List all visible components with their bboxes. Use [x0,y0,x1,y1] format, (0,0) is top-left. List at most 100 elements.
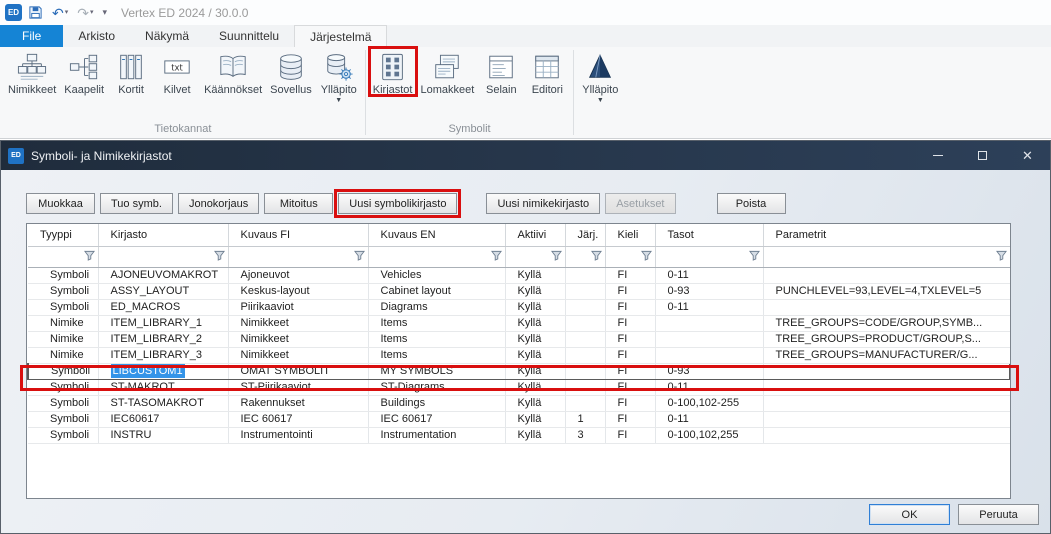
jonokorjaus-button[interactable]: Jonokorjaus [178,193,259,214]
table-cell[interactable]: TREE_GROUPS=CODE/GROUP,SYMB... [763,315,1010,331]
table-cell[interactable]: Ajoneuvot [228,267,368,283]
column-header[interactable]: Kieli [605,224,655,246]
column-header[interactable]: Aktiivi [505,224,565,246]
table-cell[interactable]: IEC 60617 [228,411,368,427]
column-header[interactable]: Parametrit [763,224,1010,246]
table-cell[interactable]: Kyllä [505,379,565,395]
table-cell[interactable]: 3 [565,427,605,443]
table-cell[interactable]: FI [605,315,655,331]
table-cell[interactable]: Symboli [28,395,98,411]
table-cell[interactable]: Buildings [368,395,505,411]
table-cell[interactable]: Symboli [28,363,98,379]
table-cell[interactable]: 0-11 [655,267,763,283]
save-button[interactable] [25,5,46,20]
table-cell[interactable]: ED_MACROS [98,299,228,315]
filter-funnel-icon[interactable] [354,252,365,264]
table-cell[interactable] [565,299,605,315]
table-cell[interactable]: Nimikkeet [228,347,368,363]
table-cell[interactable]: FI [605,379,655,395]
table-cell[interactable] [655,331,763,347]
table-cell[interactable]: 0-11 [655,379,763,395]
column-header[interactable]: Järj. [565,224,605,246]
table-cell[interactable]: FI [605,411,655,427]
table-cell[interactable] [565,283,605,299]
table-cell[interactable]: ITEM_LIBRARY_3 [98,347,228,363]
table-cell[interactable] [565,315,605,331]
ribbon-item-yllapito-tietokannat[interactable]: Ylläpito ▼ [316,47,362,104]
table-cell[interactable]: ST-TASOMAKROT [98,395,228,411]
table-cell[interactable]: Nimikkeet [228,331,368,347]
table-cell[interactable] [763,427,1010,443]
table-cell[interactable] [565,379,605,395]
filter-funnel-icon[interactable] [84,252,95,264]
column-header[interactable]: Kuvaus FI [228,224,368,246]
table-cell[interactable]: Nimike [28,331,98,347]
ribbon-item-sovellus[interactable]: Sovellus [266,47,316,96]
tab-jarjestelma[interactable]: Järjestelmä [294,25,387,47]
dialog-titlebar[interactable]: ED Symboli- ja Nimikekirjastot ✕ [1,141,1050,170]
ribbon-item-kirjastot[interactable]: Kirjastot [369,47,417,96]
filter-funnel-icon[interactable] [491,252,502,264]
table-cell[interactable] [655,315,763,331]
filter-cell[interactable] [28,246,98,267]
table-row[interactable]: SymboliST-TASOMAKROTRakennuksetBuildings… [28,395,1010,411]
filter-funnel-icon[interactable] [749,252,760,264]
table-cell[interactable]: 1 [565,411,605,427]
maximize-button[interactable] [960,141,1005,170]
filter-funnel-icon[interactable] [214,252,225,264]
tab-nakyma[interactable]: Näkymä [130,25,204,47]
table-cell[interactable]: 0-93 [655,363,763,379]
column-header[interactable]: Tyyppi [28,224,98,246]
tab-arkisto[interactable]: Arkisto [63,25,130,47]
table-cell[interactable] [763,395,1010,411]
table-cell[interactable]: ST-Diagrams [368,379,505,395]
table-cell[interactable]: PUNCHLEVEL=93,LEVEL=4,TXLEVEL=5 [763,283,1010,299]
ok-button[interactable]: OK [869,504,950,525]
filter-cell[interactable] [605,246,655,267]
table-cell[interactable]: OMAT SYMBOLIT [228,363,368,379]
table-cell[interactable]: Kyllä [505,283,565,299]
table-row[interactable]: SymboliAJONEUVOMAKROTAjoneuvotVehiclesKy… [28,267,1010,283]
table-cell[interactable]: IEC 60617 [368,411,505,427]
table-row[interactable]: NimikeITEM_LIBRARY_3NimikkeetItemsKylläF… [28,347,1010,363]
table-cell[interactable]: Cabinet layout [368,283,505,299]
filter-cell[interactable] [565,246,605,267]
table-cell[interactable]: Kyllä [505,347,565,363]
ribbon-item-lomakkeet[interactable]: Lomakkeet [417,47,479,96]
filter-cell[interactable] [763,246,1010,267]
table-cell[interactable]: Items [368,347,505,363]
poista-button[interactable]: Poista [717,193,786,214]
table-cell[interactable]: Instrumentointi [228,427,368,443]
table-cell[interactable]: Symboli [28,283,98,299]
table-cell[interactable]: ITEM_LIBRARY_1 [98,315,228,331]
table-cell[interactable]: TREE_GROUPS=PRODUCT/GROUP,S... [763,331,1010,347]
close-button[interactable]: ✕ [1005,141,1050,170]
tab-file[interactable]: File [0,25,63,47]
ribbon-item-nimikkeet[interactable]: Nimikkeet [4,47,60,96]
table-cell[interactable] [763,299,1010,315]
undo-button[interactable]: ↶▾ [49,6,71,20]
table-row[interactable]: SymboliASSY_LAYOUTKeskus-layoutCabinet l… [28,283,1010,299]
redo-button[interactable]: ↷▾ [74,6,96,20]
selected-cell-text[interactable]: LIBCUSTOM1 [111,364,185,378]
table-cell[interactable]: Symboli [28,411,98,427]
table-cell[interactable]: Kyllä [505,315,565,331]
table-row[interactable]: SymboliINSTRUInstrumentointiInstrumentat… [28,427,1010,443]
filter-cell[interactable] [655,246,763,267]
ribbon-item-kilvet[interactable]: txt Kilvet [154,47,200,96]
table-cell[interactable]: TREE_GROUPS=MANUFACTURER/G... [763,347,1010,363]
column-header[interactable]: Kuvaus EN [368,224,505,246]
filter-cell[interactable] [505,246,565,267]
mitoitus-button[interactable]: Mitoitus [264,193,333,214]
filter-cell[interactable] [368,246,505,267]
table-cell[interactable]: FI [605,363,655,379]
table-cell[interactable]: Kyllä [505,395,565,411]
table-cell[interactable]: INSTRU [98,427,228,443]
ribbon-item-kaannokset[interactable]: Käännökset [200,47,266,96]
table-cell[interactable]: FI [605,331,655,347]
table-cell[interactable] [565,363,605,379]
table-cell[interactable]: FI [605,299,655,315]
table-cell[interactable]: Symboli [28,427,98,443]
filter-cell[interactable] [98,246,228,267]
filter-cell[interactable] [228,246,368,267]
